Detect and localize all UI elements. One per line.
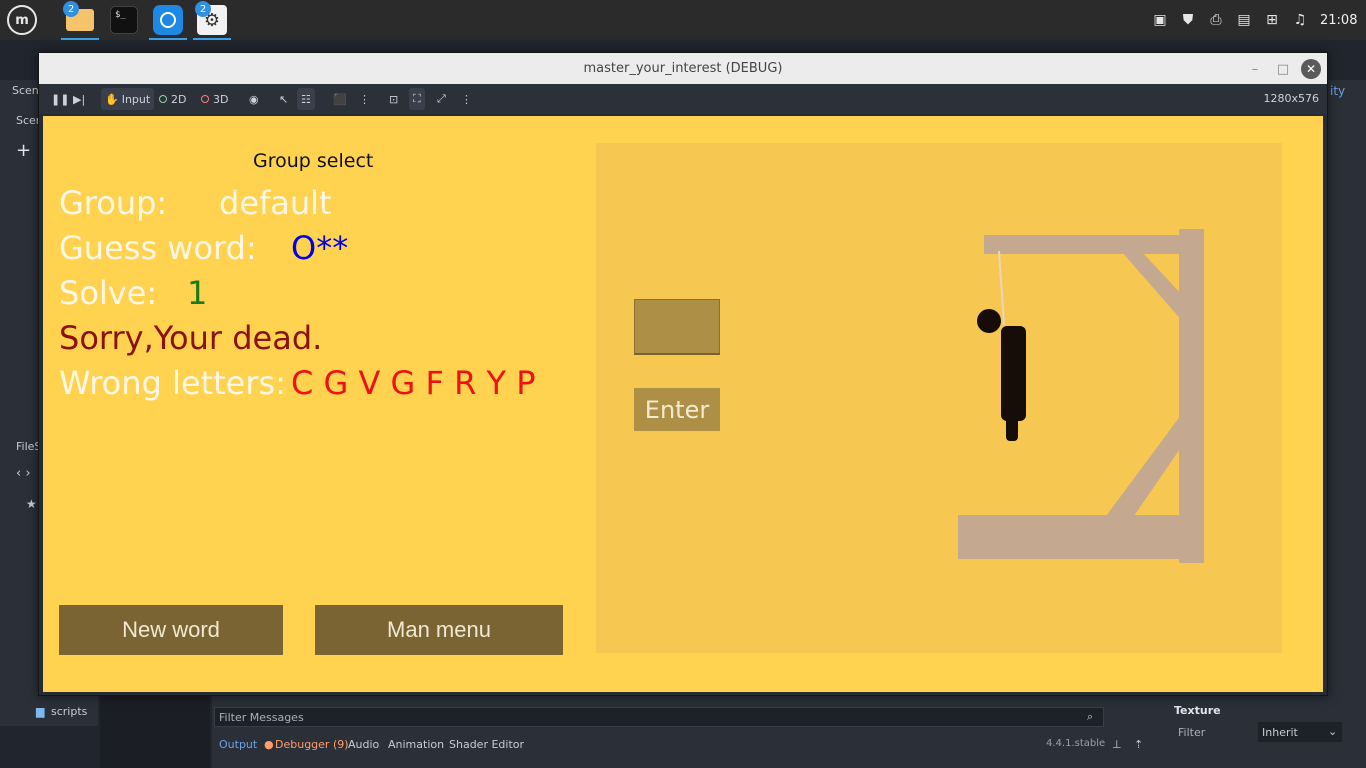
add-node-icon[interactable]: + xyxy=(16,140,31,161)
close-icon[interactable]: ✕ xyxy=(1301,59,1321,79)
next-frame-icon[interactable]: ▶| xyxy=(69,88,89,110)
chevron-down-icon: ⌄ xyxy=(1328,725,1338,738)
tab-shader-editor[interactable]: Shader Editor xyxy=(449,738,524,751)
editor-left-gap xyxy=(100,696,210,768)
camera-icon[interactable]: ⬛ xyxy=(329,88,351,110)
group-select-title[interactable]: Group select xyxy=(253,150,373,172)
system-tray: ▣ ⛊ ⎙ ▤ ⊞ ♫ 21:08 xyxy=(1146,0,1357,40)
tab-output[interactable]: Output xyxy=(219,738,257,751)
more-options-icon[interactable]: ⋮ xyxy=(355,88,374,110)
gallows-beam xyxy=(984,235,1204,254)
window-title: master_your_interest (DEBUG) xyxy=(583,61,783,76)
man-legs xyxy=(1006,411,1018,441)
fit-icon[interactable]: ⛶ xyxy=(409,88,425,110)
notes-icon[interactable]: ▤ xyxy=(1236,12,1252,28)
debug-window: master_your_interest (DEBUG) – □ ✕ ❚❚ ▶|… xyxy=(38,52,1328,696)
new-word-button[interactable]: New word xyxy=(59,605,283,655)
debug-toolbar: ❚❚ ▶| ✋ Input 2D 3D ◉ ↖ ☷ ⬛ ⋮ ⊡ ⛶ ⤢ ⋮ 12… xyxy=(39,84,1327,114)
gallows-post xyxy=(1179,229,1204,563)
hanged-man xyxy=(977,309,1026,441)
filter-messages-input[interactable]: Filter Messages ⌕ xyxy=(214,707,1104,727)
input-mode-label: Input xyxy=(121,92,151,106)
guess-word-label: Guess word: xyxy=(59,229,257,267)
clock[interactable]: 21:08 xyxy=(1320,13,1357,28)
dot-3d-icon xyxy=(201,95,209,103)
taskbar-terminal[interactable]: $_ xyxy=(106,2,142,38)
window-titlebar[interactable]: master_your_interest (DEBUG) – □ ✕ xyxy=(39,53,1327,84)
scene-dock xyxy=(0,80,38,436)
dot-2d-icon xyxy=(159,95,167,103)
more-options-2-icon[interactable]: ⋮ xyxy=(457,88,476,110)
menu-button[interactable]: m xyxy=(4,2,40,38)
settings-badge: 2 xyxy=(195,1,211,17)
maximize-icon[interactable]: □ xyxy=(1273,59,1293,79)
tab-animation[interactable]: Animation xyxy=(388,738,444,751)
resolution-label: 1280x576 xyxy=(1263,92,1320,105)
taskbar-files[interactable]: 2 xyxy=(61,1,99,40)
frame-icon[interactable]: ⊡ xyxy=(385,88,402,110)
status-message: Sorry,Your dead. xyxy=(59,319,323,357)
hangman-panel: Enter xyxy=(596,143,1282,653)
taskbar: m 2 $_ ⚙ 2 ▣ ⛊ ⎙ ▤ ⊞ ♫ 21:08 xyxy=(0,0,1366,40)
tab-debugger[interactable]: Debugger (9) xyxy=(275,738,349,751)
inspector-texture-section[interactable]: Texture xyxy=(1174,704,1221,717)
gallows-top-brace xyxy=(1121,251,1184,323)
folder-icon: ▆ xyxy=(36,705,45,718)
input-icon: ✋ xyxy=(105,92,119,106)
network-icon[interactable]: ⊞ xyxy=(1264,12,1280,28)
version-label: 4.4.1.stable xyxy=(1046,738,1106,749)
guess-word-value: O** xyxy=(291,229,349,267)
game-viewport[interactable]: Group select Group: default Guess word: … xyxy=(43,116,1323,692)
mode-3d-label: 3D xyxy=(213,92,229,106)
man-body xyxy=(1001,326,1026,421)
favorites-star-icon[interactable]: ★ xyxy=(26,497,37,511)
clipboard-icon[interactable]: ▣ xyxy=(1152,12,1168,28)
mint-logo-icon: m xyxy=(7,5,37,35)
wrong-letters-value: C G V G F R Y P xyxy=(291,364,536,402)
terminal-icon: $_ xyxy=(110,6,138,34)
inspector-strip xyxy=(1328,80,1366,696)
group-label: Group: xyxy=(59,184,168,222)
inspector-filter-label: Filter xyxy=(1178,726,1206,739)
file-item-scripts[interactable]: scripts xyxy=(51,705,87,718)
search-icon: ⌕ xyxy=(1087,710,1094,723)
group-value: default xyxy=(219,184,332,222)
top-right-label[interactable]: ity xyxy=(1330,84,1345,98)
solve-value: 1 xyxy=(187,274,208,312)
gallows-drawing xyxy=(958,229,1204,563)
man-head xyxy=(977,309,1001,333)
printer-icon[interactable]: ⎙ xyxy=(1208,12,1224,28)
gallows-base xyxy=(958,515,1204,559)
taskbar-settings[interactable]: ⚙ 2 xyxy=(193,1,231,40)
solve-label: Solve: xyxy=(59,274,158,312)
pin-icon[interactable]: ⊥ xyxy=(1112,738,1122,751)
minimize-icon[interactable]: – xyxy=(1245,59,1265,79)
noose-rope xyxy=(998,250,1005,326)
mode-3d-button[interactable]: 3D xyxy=(197,88,232,110)
list-select-icon[interactable]: ☷ xyxy=(297,88,315,110)
inspector-filter-select[interactable]: Inherit ⌄ xyxy=(1258,722,1342,742)
wrong-letters-label: Wrong letters: xyxy=(59,364,286,402)
fullscreen-icon[interactable]: ⤢ xyxy=(433,88,450,110)
mode-2d-button[interactable]: 2D xyxy=(155,88,190,110)
eye-icon[interactable]: ◉ xyxy=(245,88,263,110)
taskbar-browser[interactable] xyxy=(149,2,187,40)
input-mode-button[interactable]: ✋ Input xyxy=(101,88,155,110)
back-icon[interactable]: ‹ › xyxy=(16,466,31,481)
inspector-filter-value: Inherit xyxy=(1262,726,1298,739)
files-badge: 2 xyxy=(63,1,79,17)
main-menu-button[interactable]: Man menu xyxy=(315,605,563,655)
shield-icon[interactable]: ⛊ xyxy=(1180,12,1196,28)
browser-icon xyxy=(153,5,183,35)
debugger-dot-icon: ● xyxy=(264,738,274,751)
select-arrow-icon[interactable]: ↖ xyxy=(275,88,292,110)
music-icon[interactable]: ♫ xyxy=(1292,12,1308,28)
tab-audio[interactable]: Audio xyxy=(348,738,379,751)
filter-placeholder: Filter Messages xyxy=(219,711,304,724)
mode-2d-label: 2D xyxy=(171,92,187,106)
expand-icon[interactable]: ⇡ xyxy=(1134,738,1143,751)
gallows-bottom-brace xyxy=(1106,411,1184,516)
